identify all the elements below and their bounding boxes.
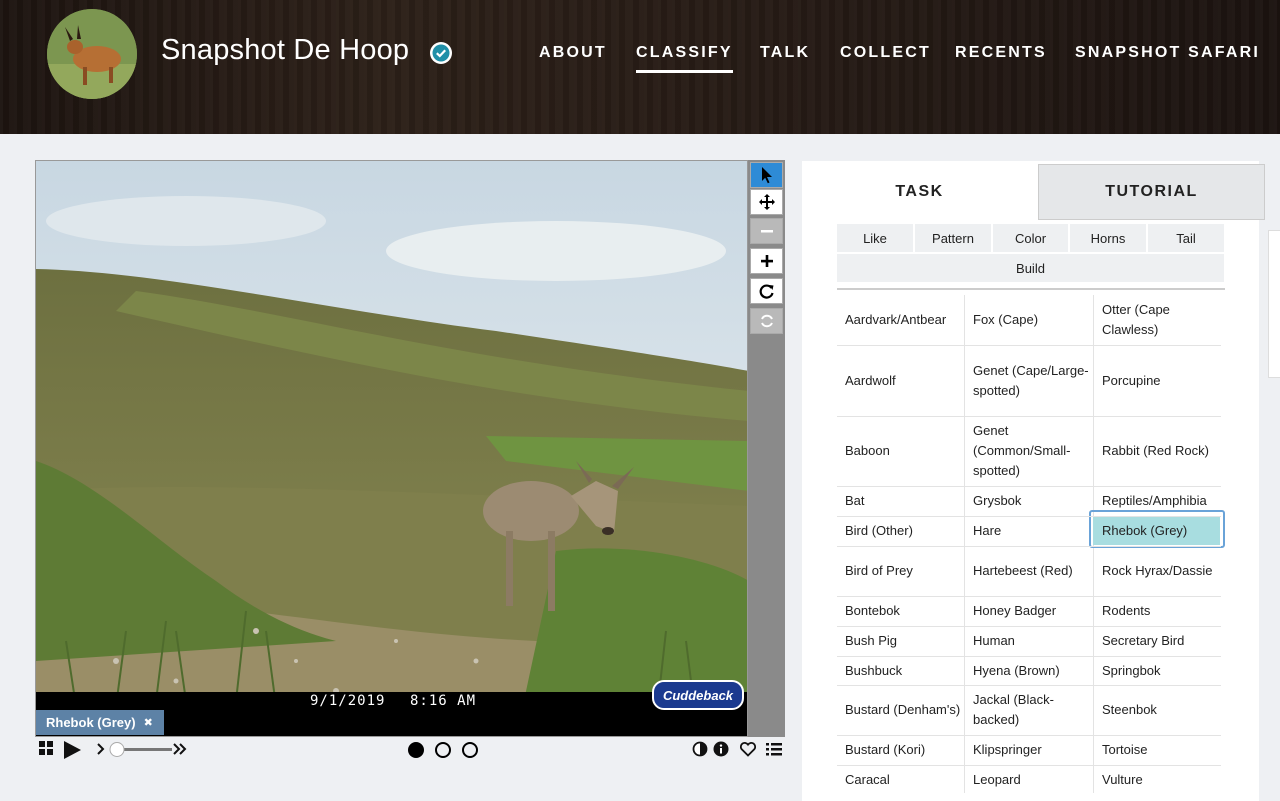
- filter-pattern[interactable]: Pattern: [915, 224, 991, 252]
- filter-color[interactable]: Color: [993, 224, 1068, 252]
- species-button[interactable]: Jackal (Black-backed): [965, 685, 1093, 735]
- species-button[interactable]: Bird of Prey: [837, 546, 964, 596]
- grid-row-line: [837, 626, 1221, 627]
- remove-tag-icon[interactable]: ✖: [144, 716, 153, 729]
- project-avatar[interactable]: [47, 9, 137, 99]
- filter-divider: [837, 288, 1225, 290]
- species-button[interactable]: Steenbok: [1094, 685, 1221, 735]
- invert-contrast-icon[interactable]: [692, 741, 708, 761]
- chevron-right-icon[interactable]: [96, 740, 106, 760]
- nav-collect[interactable]: COLLECT: [840, 44, 931, 62]
- species-button[interactable]: Leopard: [965, 765, 1093, 795]
- reset-icon[interactable]: [750, 308, 783, 334]
- species-button[interactable]: Hartebeest (Red): [965, 546, 1093, 596]
- species-button[interactable]: Tortoise: [1094, 735, 1221, 765]
- species-button[interactable]: Rodents: [1094, 596, 1221, 626]
- species-button[interactable]: Hyena (Brown): [965, 656, 1093, 685]
- grid-row-line: [837, 685, 1221, 686]
- frame-dot-1[interactable]: [407, 741, 425, 761]
- side-card-edge: [1268, 230, 1280, 378]
- capture-time: 8:16 AM: [410, 693, 477, 709]
- species-button[interactable]: Caracal: [837, 765, 964, 795]
- species-button[interactable]: Rock Hyrax/Dassie: [1094, 546, 1221, 596]
- grid-view-icon[interactable]: [38, 740, 54, 760]
- species-button[interactable]: Aardvark/Antbear: [837, 295, 964, 345]
- species-button[interactable]: Vulture: [1094, 765, 1221, 795]
- fast-forward-icon[interactable]: [172, 740, 188, 760]
- species-button[interactable]: Bontebok: [837, 596, 964, 626]
- camera-brand-logo: Cuddeback: [652, 680, 744, 710]
- grid-row-line: [837, 345, 1221, 346]
- tab-tutorial[interactable]: TUTORIAL: [1038, 164, 1265, 220]
- play-icon[interactable]: [62, 740, 82, 760]
- filter-tail[interactable]: Tail: [1148, 224, 1224, 252]
- info-icon[interactable]: [713, 741, 729, 761]
- species-button[interactable]: Grysbok: [965, 486, 1093, 516]
- species-button[interactable]: Rabbit (Red Rock): [1094, 416, 1221, 486]
- grid-row-line: [837, 516, 1221, 517]
- project-title: Snapshot De Hoop: [161, 34, 410, 66]
- nav-recents[interactable]: RECENTS: [955, 44, 1047, 62]
- playback-speed-slider[interactable]: [108, 741, 174, 761]
- grid-row-line: [837, 546, 1221, 547]
- species-button[interactable]: Honey Badger: [965, 596, 1093, 626]
- frame-dot-3[interactable]: [461, 741, 479, 761]
- filter-build[interactable]: Build: [837, 254, 1224, 282]
- image-toolbar: [748, 160, 785, 737]
- species-button[interactable]: Porcupine: [1094, 345, 1221, 416]
- grid-row-line: [837, 416, 1221, 417]
- species-button[interactable]: Fox (Cape): [965, 295, 1093, 345]
- filter-like[interactable]: Like: [837, 224, 913, 252]
- verified-badge-icon: [430, 42, 452, 64]
- pointer-icon[interactable]: [750, 162, 783, 188]
- species-button[interactable]: Hare: [965, 516, 1093, 546]
- species-button[interactable]: Genet (Common/Small-spotted): [965, 416, 1093, 486]
- grid-row-line: [837, 765, 1221, 766]
- nav-classify[interactable]: CLASSIFY: [636, 44, 733, 73]
- species-button[interactable]: Bush Pig: [837, 626, 964, 656]
- frame-dot-2[interactable]: [434, 741, 452, 761]
- selected-species-tag-label: Rhebok (Grey): [46, 715, 136, 730]
- rotate-icon[interactable]: [750, 278, 783, 304]
- species-button[interactable]: Rhebok (Grey): [1094, 516, 1221, 546]
- species-button[interactable]: Bird (Other): [837, 516, 964, 546]
- subject-image[interactable]: [35, 160, 748, 737]
- favorite-heart-icon[interactable]: [739, 741, 757, 761]
- grid-row-line: [837, 735, 1221, 736]
- species-button[interactable]: Bustard (Kori): [837, 735, 964, 765]
- species-button[interactable]: Bustard (Denham's): [837, 685, 964, 735]
- nav-talk[interactable]: TALK: [760, 44, 810, 62]
- species-button[interactable]: Human: [965, 626, 1093, 656]
- capture-date: 9/1/2019: [310, 693, 386, 709]
- nav-snapshot-safari[interactable]: SNAPSHOT SAFARI: [1075, 44, 1260, 62]
- species-button[interactable]: Springbok: [1094, 656, 1221, 685]
- filter-horns[interactable]: Horns: [1070, 224, 1146, 252]
- selected-species-tag[interactable]: Rhebok (Grey) ✖: [36, 710, 164, 735]
- collections-list-icon[interactable]: [765, 741, 783, 761]
- zoom-out-icon[interactable]: [750, 218, 783, 244]
- species-button[interactable]: Bushbuck: [837, 656, 964, 685]
- grid-row-line: [837, 486, 1221, 487]
- nav-about[interactable]: ABOUT: [539, 44, 607, 62]
- site-header: [0, 0, 1280, 134]
- species-button[interactable]: Secretary Bird: [1094, 626, 1221, 656]
- species-button[interactable]: Reptiles/Amphibia: [1094, 486, 1221, 516]
- species-button[interactable]: Otter (Cape Clawless): [1094, 295, 1221, 345]
- grid-row-line: [837, 596, 1221, 597]
- species-button[interactable]: Genet (Cape/Large-spotted): [965, 345, 1093, 416]
- species-button[interactable]: Klipspringer: [965, 735, 1093, 765]
- zoom-in-icon[interactable]: [750, 248, 783, 274]
- grid-row-line: [837, 656, 1221, 657]
- species-button[interactable]: Aardwolf: [837, 345, 964, 416]
- species-button[interactable]: Bat: [837, 486, 964, 516]
- move-icon[interactable]: [750, 189, 783, 215]
- tab-task[interactable]: TASK: [803, 164, 1036, 220]
- species-button[interactable]: Baboon: [837, 416, 964, 486]
